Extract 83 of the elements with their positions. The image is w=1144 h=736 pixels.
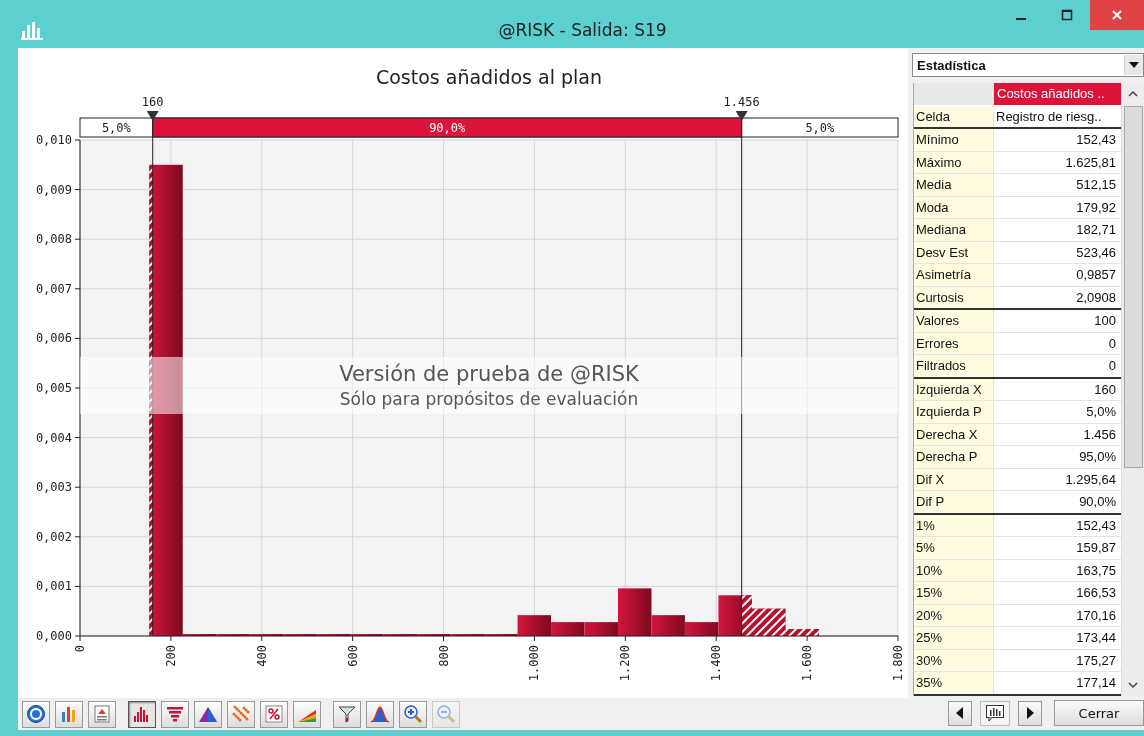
statistic-label: Desv Est [914,241,994,263]
statistic-value: 512,15 [994,174,1121,196]
x-tick-label: 1.000 [527,645,542,682]
statistic-value: 100 [994,310,1121,332]
statistic-label: 35% [914,672,994,694]
y-tick-label: 0,009 [35,182,72,197]
statistic-label: 5% [914,537,994,559]
statistic-value: 95,0% [994,446,1121,468]
statistic-label: Derecha P [914,446,994,468]
statistic-value: Registro de riesg.. [994,105,1121,127]
statistic-value: 175,27 [994,649,1121,671]
y-tick-label: 0,004 [35,430,72,445]
statistic-label: Dif X [914,468,994,490]
statistic-value: 2,0908 [994,286,1121,308]
x-tick-label: 0 [73,645,87,653]
statistic-label: Media [914,174,994,196]
statistic-value: 179,92 [994,196,1121,218]
statistic-label: 10% [914,559,994,581]
statistic-value: 173,44 [994,627,1121,649]
window-title: @RISK - Salida: S19 [498,20,667,40]
statistic-label: 30% [914,649,994,671]
y-tick-label: 0,000 [35,629,72,643]
statistic-value: 160 [994,378,1121,400]
statistic-value: 177,14 [994,672,1121,694]
statistic-label: Derecha X [914,423,994,445]
statistic-value: 152,43 [994,514,1121,536]
statistic-value: 1.625,81 [994,151,1121,173]
statistic-label: 15% [914,582,994,604]
statistic-label: Dif P [914,491,994,513]
delimiter-value: 1.456 [723,95,760,109]
statistic-label: Mediana [914,219,994,241]
statistic-label: 20% [914,604,994,626]
y-tick-label: 0,002 [35,529,72,544]
x-tick-label: 400 [254,645,269,667]
x-tick-label: 1.800 [891,645,905,682]
y-tick-label: 0,005 [35,381,72,395]
statistic-value: 166,53 [994,582,1121,604]
x-tick-label: 1.400 [709,645,724,682]
watermark-title: Versión de prueba de @RISK [339,361,639,387]
x-tick-label: 1.200 [618,645,633,682]
y-tick-label: 0,010 [35,133,72,147]
statistic-value: 90,0% [994,491,1121,513]
statistic-value: 170,16 [994,604,1121,626]
x-tick-label: 200 [163,645,178,667]
y-tick-label: 0,007 [35,281,72,296]
statistic-value: 152,43 [994,129,1121,151]
y-tick-label: 0,006 [35,331,72,346]
statistic-value: 163,75 [994,559,1121,581]
chart-title: Costos añadidos al plan [375,66,603,88]
statistic-label: Filtrados [914,355,994,377]
statistic-label: 25% [914,627,994,649]
statistic-label: 1% [914,514,994,536]
statistic-label: Máximo [914,151,994,173]
statistic-value: 523,46 [994,241,1121,263]
statistic-value: 0 [994,355,1121,377]
probability-label: 90,0% [429,121,466,135]
statistic-label: Errores [914,332,994,354]
delimiter-value: 160 [141,95,164,109]
x-tick-label: 1.600 [800,645,815,682]
statistic-label: Moda [914,196,994,218]
x-tick-label: 600 [345,645,360,667]
statistic-label: Valores [914,310,994,332]
statistic-label: Izquierda P [914,401,994,423]
probability-label: 5,0% [805,121,835,135]
statistic-label: Celda [914,105,994,127]
probability-label: 5,0% [101,121,131,135]
column-header: Costos añadidos .. [994,83,1121,105]
watermark-subtitle: Sólo para propósitos de evaluación [339,388,639,410]
statistic-value: 1.295,64 [994,468,1121,490]
statistic-value: 5,0% [994,401,1121,423]
statistic-value: 159,87 [994,537,1121,559]
statistic-label: Curtosis [914,286,994,308]
statistic-value: 0,9857 [994,264,1121,286]
statistic-label: Mínimo [914,129,994,151]
y-tick-label: 0,008 [35,232,72,247]
y-tick-label: 0,001 [35,579,72,594]
statistic-value: 1.456 [994,423,1121,445]
statistic-value: 182,71 [994,219,1121,241]
statistic-label: Asimetría [914,264,994,286]
statistic-value: 0 [994,332,1121,354]
statistic-label: Izquierda X [914,378,994,400]
y-tick-label: 0,003 [35,480,72,495]
x-tick-label: 800 [436,645,451,667]
